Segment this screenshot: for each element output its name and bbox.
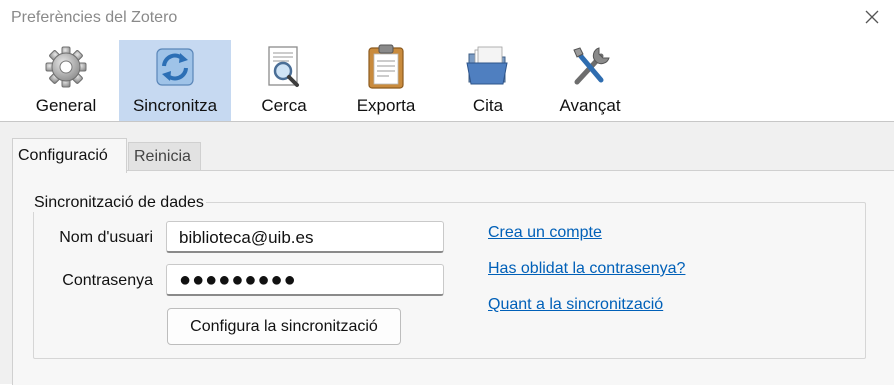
- create-account-link[interactable]: Crea un compte: [488, 224, 602, 242]
- username-field[interactable]: biblioteca@uib.es: [166, 221, 444, 253]
- window-title: Preferències del Zotero: [11, 9, 178, 26]
- search-document-icon: [268, 46, 299, 87]
- sync-icon: [156, 48, 194, 86]
- tools-icon: [573, 47, 610, 85]
- toolbar-general[interactable]: General: [18, 40, 114, 121]
- about-sync-link[interactable]: Quant a la sincronització: [488, 296, 663, 314]
- tab-configuracio-label: Configuració: [18, 147, 108, 164]
- toolbar-search[interactable]: Cerca: [236, 40, 332, 121]
- gear-icon: [45, 46, 87, 88]
- toolbar-export[interactable]: Exporta: [338, 40, 434, 121]
- toolbar-sync[interactable]: Sincronitza: [119, 40, 231, 121]
- toolbar-cite[interactable]: Cita: [440, 40, 536, 121]
- group-title: Sincronització de dades: [32, 194, 206, 212]
- preferences-toolbar: General Sincronitza Cerca Exporta Cita A…: [0, 40, 894, 121]
- password-field[interactable]: ●●●●●●●●●: [166, 264, 444, 296]
- toolbar-export-label: Exporta: [356, 96, 416, 115]
- close-icon: [865, 10, 879, 24]
- toolbar-general-label: General: [35, 96, 97, 115]
- folder-icon: [466, 46, 508, 85]
- forgot-password-link[interactable]: Has oblidat la contrasenya?: [488, 260, 685, 278]
- username-label: Nom d'usuari: [59, 229, 153, 246]
- title-bar: Preferències del Zotero: [0, 0, 894, 36]
- configure-sync-button-label: Configura la sincronització: [190, 317, 378, 335]
- password-label: Contrasenya: [62, 272, 153, 289]
- toolbar-advanced-label: Avançat: [559, 96, 621, 115]
- password-value: ●●●●●●●●●: [179, 269, 297, 291]
- sync-groupbox: [33, 202, 866, 359]
- username-value: biblioteca@uib.es: [179, 228, 314, 247]
- toolbar-cite-label: Cita: [472, 96, 504, 115]
- preferences-content: Reinicia Configuració: [0, 121, 894, 385]
- tab-configuracio[interactable]: Configuració: [12, 138, 127, 173]
- toolbar-search-label: Cerca: [261, 96, 307, 115]
- configure-sync-button[interactable]: Configura la sincronització: [167, 308, 401, 345]
- close-button[interactable]: [850, 0, 894, 34]
- clipboard-icon: [368, 44, 404, 89]
- toolbar-advanced[interactable]: Avançat: [542, 40, 638, 121]
- toolbar-sync-label: Sincronitza: [132, 96, 218, 115]
- tab-reinicia-label: Reinicia: [134, 147, 191, 165]
- tab-reinicia[interactable]: Reinicia: [128, 142, 201, 170]
